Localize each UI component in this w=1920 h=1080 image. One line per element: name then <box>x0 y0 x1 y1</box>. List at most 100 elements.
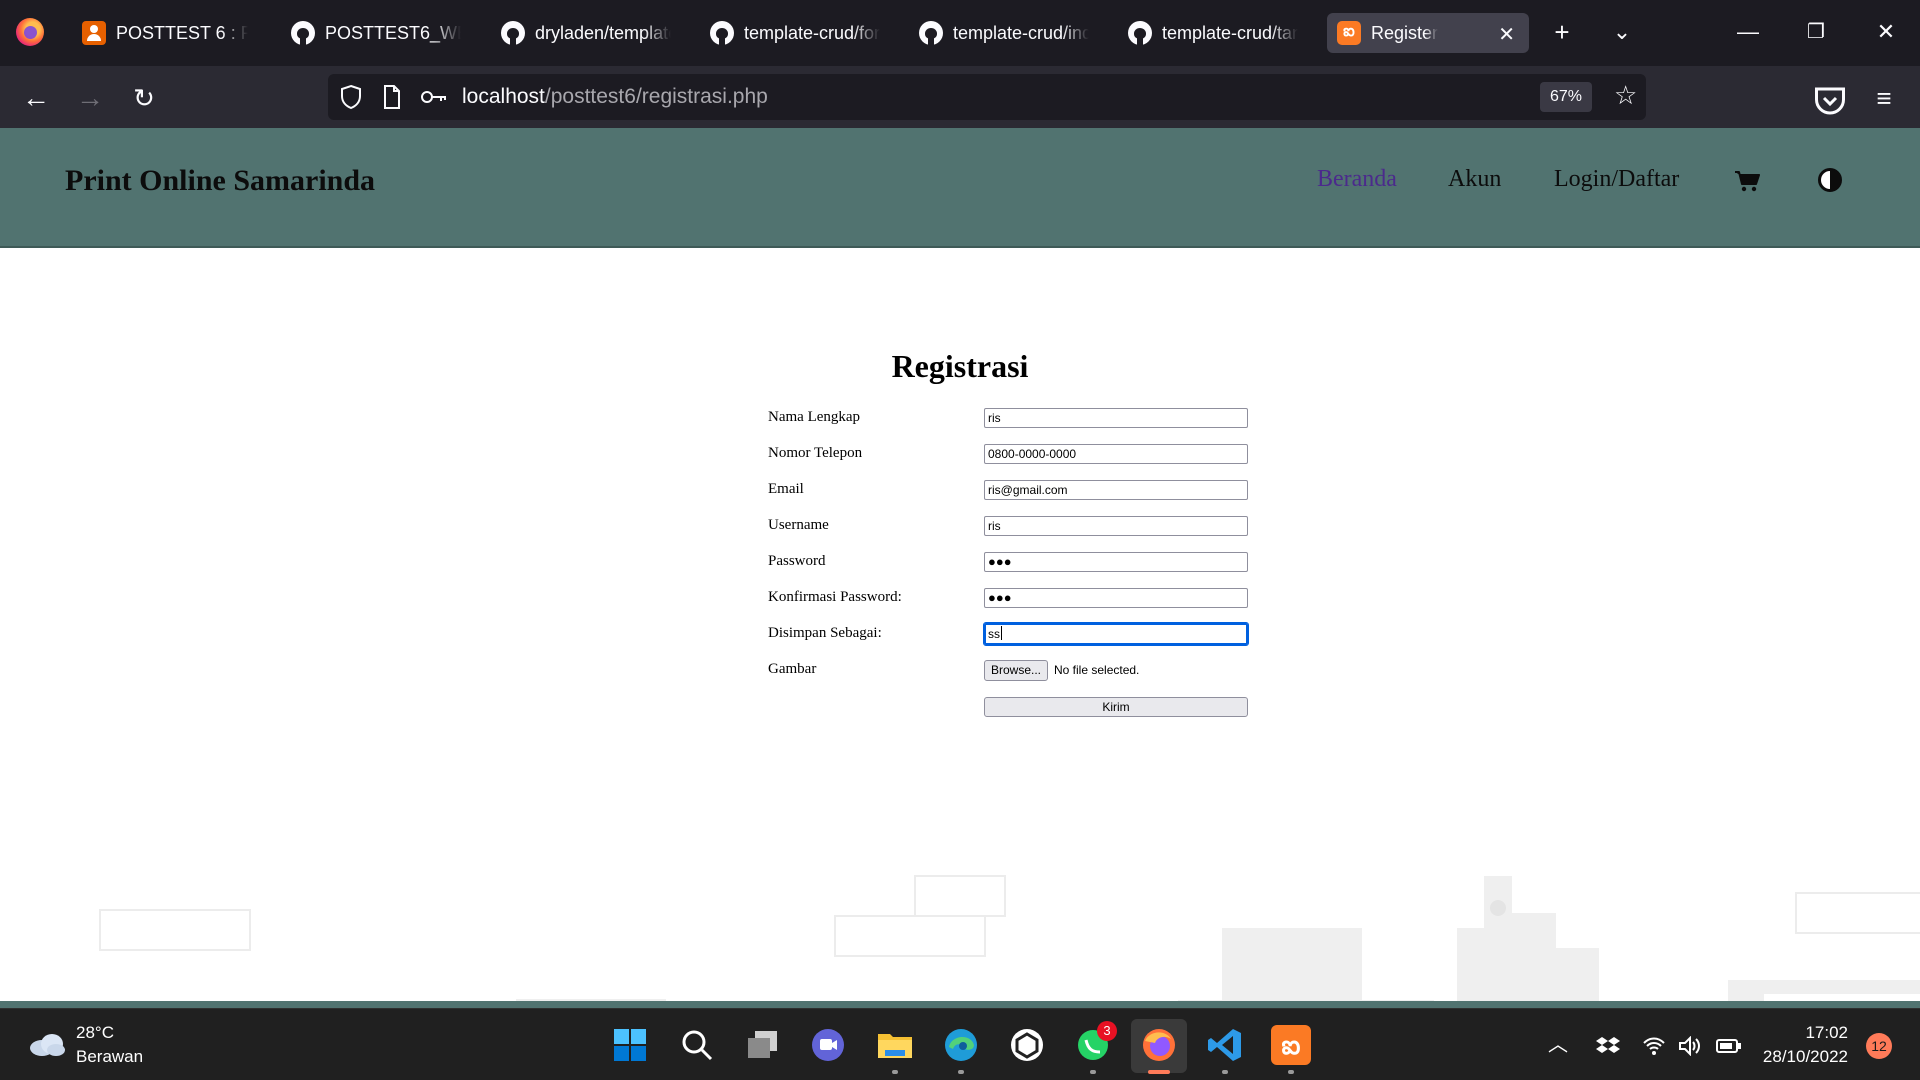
edge-running-indicator <box>958 1070 964 1074</box>
explorer-running-indicator <box>892 1070 898 1074</box>
firefox-active-indicator <box>1148 1070 1170 1074</box>
field-row-gambar: Gambar Browse... No file selected. <box>768 660 1248 682</box>
github-icon <box>710 21 734 45</box>
back-arrow-icon[interactable]: ← <box>18 80 54 116</box>
edge-icon[interactable] <box>941 1025 981 1065</box>
background-illustration <box>99 875 1920 1008</box>
email-input[interactable]: ris@gmail.com <box>984 480 1248 500</box>
tab-github-tambah[interactable]: template-crud/tan <box>1118 13 1308 53</box>
volume-icon[interactable] <box>1678 1036 1702 1056</box>
url-bar[interactable]: localhost/posttest6/registrasi.php 67% ☆ <box>328 74 1646 120</box>
vscode-running-indicator <box>1222 1070 1228 1074</box>
tab-github-dryladen[interactable]: dryladen/template <box>491 13 681 53</box>
battery-icon[interactable] <box>1716 1038 1742 1054</box>
whatsapp-unread-badge: 3 <box>1097 1021 1117 1041</box>
clock-time[interactable]: 17:02 <box>1805 1023 1848 1043</box>
field-row-disimpan: Disimpan Sebagai: ss <box>768 622 1249 646</box>
tab-posttest6[interactable]: POSTTEST 6 : PHP <box>72 13 258 53</box>
field-row-submit: Kirim <box>768 697 1248 719</box>
file-status: No file selected. <box>1054 663 1140 677</box>
whatsapp-running-indicator <box>1090 1070 1096 1074</box>
dropbox-icon[interactable] <box>1596 1036 1620 1056</box>
site-header: Print Online Samarinda Beranda Akun Logi… <box>0 128 1920 248</box>
field-row-password: Password ●●● <box>768 552 1248 574</box>
wifi-icon[interactable] <box>1642 1036 1666 1056</box>
bookmark-star-icon[interactable]: ☆ <box>1614 80 1637 110</box>
field-label: Gambar <box>768 661 817 677</box>
task-view-icon[interactable] <box>743 1025 783 1065</box>
web-page: Print Online Samarinda Beranda Akun Logi… <box>0 128 1920 1008</box>
file-explorer-icon[interactable] <box>875 1025 915 1065</box>
windows-taskbar: 28°C Berawan 3 ఐ ︿ 17:02 28/10/2022 12 <box>0 1008 1920 1080</box>
new-tab-button[interactable]: + <box>1544 16 1580 48</box>
field-label: Nama Lengkap <box>768 409 861 425</box>
windows-start-icon[interactable] <box>610 1025 650 1065</box>
forward-arrow-icon[interactable]: → <box>72 80 108 116</box>
page-footer-edge <box>0 1001 1920 1008</box>
field-label: Username <box>768 517 829 533</box>
tab-github-form[interactable]: template-crud/for <box>700 13 890 53</box>
field-label: Nomor Telepon <box>768 445 863 461</box>
github-icon <box>919 21 943 45</box>
key-icon[interactable] <box>420 88 448 106</box>
tab-github-index[interactable]: template-crud/ind <box>909 13 1099 53</box>
zoom-level-button[interactable]: 67% <box>1540 82 1592 112</box>
theme-toggle-icon[interactable] <box>1818 168 1842 192</box>
pocket-icon[interactable] <box>1812 83 1848 119</box>
xampp-icon: ఐ <box>1337 21 1361 45</box>
field-row-nama: Nama Lengkap ris <box>768 408 1248 430</box>
shield-icon[interactable] <box>340 84 362 110</box>
tab-register[interactable]: ఐ Register ✕ <box>1327 13 1529 53</box>
menu-beranda[interactable]: Beranda <box>1317 166 1397 193</box>
field-row-username: Username ris <box>768 516 1248 538</box>
url-text[interactable]: localhost/posttest6/registrasi.php <box>462 85 768 109</box>
field-label: Email <box>768 481 804 497</box>
search-icon[interactable] <box>677 1025 717 1065</box>
minimize-window-button[interactable]: — <box>1730 16 1766 48</box>
tab-github-posttest6[interactable]: POSTTEST6_WEB/ <box>281 13 471 53</box>
notification-count-badge[interactable]: 12 <box>1866 1033 1892 1059</box>
cart-icon[interactable] <box>1734 170 1760 192</box>
username-input[interactable]: ris <box>984 516 1248 536</box>
restore-window-button[interactable]: ❐ <box>1798 16 1834 48</box>
show-hidden-icons-chevron[interactable]: ︿ <box>1548 1033 1568 1057</box>
xampp-taskbar-icon[interactable]: ఐ <box>1271 1025 1311 1065</box>
konfirmasi-password-input[interactable]: ●●● <box>984 588 1248 608</box>
nomor-telepon-input[interactable]: 0800-0000-0000 <box>984 444 1248 464</box>
page-icon[interactable] <box>382 84 402 110</box>
site-brand[interactable]: Print Online Samarinda <box>65 164 375 198</box>
field-row-konfirmasi: Konfirmasi Password: ●●● <box>768 588 1248 610</box>
field-label: Password <box>768 553 826 569</box>
hamburger-menu-icon[interactable]: ≡ <box>1866 80 1902 116</box>
menu-login-daftar[interactable]: Login/Daftar <box>1554 166 1679 193</box>
chat-icon[interactable] <box>808 1025 848 1065</box>
field-row-email: Email ris@gmail.com <box>768 480 1248 502</box>
reload-icon[interactable]: ↻ <box>126 80 162 116</box>
kirim-button[interactable]: Kirim <box>984 697 1248 717</box>
field-row-telepon: Nomor Telepon 0800-0000-0000 <box>768 444 1248 466</box>
disimpan-sebagai-input[interactable]: ss <box>983 622 1249 646</box>
firefox-icon[interactable] <box>1139 1025 1179 1065</box>
close-window-button[interactable]: ✕ <box>1868 16 1904 48</box>
weather-temperature[interactable]: 28°C <box>76 1023 114 1043</box>
close-tab-icon[interactable]: ✕ <box>1498 22 1515 47</box>
weather-condition[interactable]: Berawan <box>76 1047 143 1067</box>
clock-date[interactable]: 28/10/2022 <box>1763 1047 1848 1067</box>
form-title: Registrasi <box>891 348 1029 384</box>
nama-lengkap-input[interactable]: ris <box>984 408 1248 428</box>
field-label: Disimpan Sebagai: <box>768 625 882 641</box>
unity-hub-icon[interactable] <box>1007 1025 1047 1065</box>
list-tabs-chevron-icon[interactable]: ⌄ <box>1604 16 1640 48</box>
tab-strip: POSTTEST 6 : PHP POSTTEST6_WEB/ dryladen… <box>0 0 1920 66</box>
github-icon <box>1128 21 1152 45</box>
menu-akun[interactable]: Akun <box>1448 166 1501 193</box>
github-icon <box>291 21 315 45</box>
field-label: Konfirmasi Password: <box>768 589 902 605</box>
orange-person-icon <box>82 21 106 45</box>
browse-file-button[interactable]: Browse... <box>984 660 1049 681</box>
password-input[interactable]: ●●● <box>984 552 1248 572</box>
firefox-menu-icon[interactable] <box>16 18 44 46</box>
vscode-icon[interactable] <box>1205 1025 1245 1065</box>
github-icon <box>501 21 525 45</box>
cloud-weather-icon[interactable] <box>28 1031 66 1057</box>
